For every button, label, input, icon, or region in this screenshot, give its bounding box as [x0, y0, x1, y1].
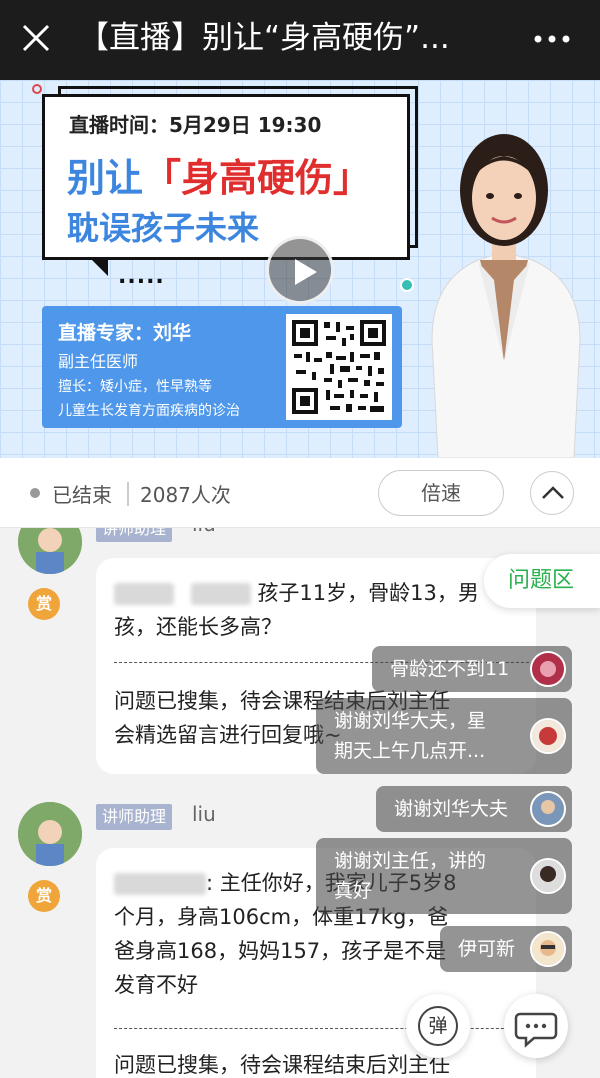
danmaku-toggle-label: 弹	[418, 1006, 458, 1046]
avatar	[530, 718, 566, 754]
expert-role: 副主任医师	[58, 352, 139, 371]
avatar	[530, 858, 566, 894]
danmaku-toggle-button[interactable]: 弹	[406, 994, 470, 1058]
role-tag: 讲师助理	[96, 528, 173, 542]
redacted-name	[190, 583, 251, 605]
author-name: liu	[192, 528, 216, 536]
headline-line2: 耽误孩子未来	[67, 209, 260, 247]
danmaku-bubble: 骨龄还不到11	[372, 646, 572, 692]
danmaku-text: 骨龄还不到11	[390, 658, 510, 680]
question-line: 爸身高168，妈妈157，孩子是不是	[114, 939, 447, 963]
page-title: 【直播】别让“身高硬伤”...	[78, 20, 450, 56]
avatar	[530, 791, 566, 827]
avatar	[530, 931, 566, 967]
answer-line: 问题已搜集，待会课程结束后刘主任	[114, 1053, 450, 1077]
question-text: 孩子11岁，骨龄13，男	[114, 576, 479, 610]
play-icon[interactable]	[266, 236, 334, 304]
collapse-button[interactable]	[530, 471, 574, 515]
viewer-count: 2087人次	[140, 483, 231, 507]
playback-speed-button[interactable]: 倍速	[378, 470, 504, 516]
close-icon[interactable]	[18, 20, 54, 56]
danmaku-text: 谢谢刘华大夫，星	[334, 710, 487, 732]
doctor-portrait	[431, 134, 581, 458]
headline-line1: 别让「身高硬伤」	[67, 147, 371, 202]
answer-line: 会精选留言进行回复哦~	[114, 723, 342, 747]
chevron-up-icon	[542, 486, 564, 499]
expert-specialty-2: 儿童生长发育方面疾病的诊治	[58, 403, 240, 419]
expert-name: 直播专家：刘华	[58, 322, 192, 344]
danmaku-text: 伊可新	[458, 938, 516, 960]
danmaku-text: 期天上午几点开...	[334, 740, 486, 762]
status-dot-icon	[30, 488, 40, 498]
live-status: 已结束	[52, 483, 112, 507]
comment-bubble-icon	[514, 1012, 558, 1048]
dashed-divider	[114, 1028, 534, 1029]
danmaku-bubble: 谢谢刘华大夫	[376, 786, 572, 832]
reward-badge[interactable]: 赏	[28, 588, 60, 620]
danmaku-text: 谢谢刘主任，讲的	[334, 850, 487, 872]
danmaku-bubble: 谢谢刘华大夫，星 期天上午几点开...	[316, 698, 572, 774]
decor-dot	[32, 84, 42, 94]
top-bar: 【直播】别让“身高硬伤”...	[0, 0, 600, 80]
question-area-tab[interactable]: 问题区	[484, 554, 600, 608]
danmaku-text: 真好	[334, 880, 373, 902]
headline-highlight: 「身高硬伤」	[143, 156, 372, 200]
avatar	[530, 651, 566, 687]
live-time: 直播时间：5月29日 19:30	[69, 113, 322, 137]
expert-specialty: 擅长：矮小症，性早熟等	[58, 379, 212, 395]
author-name: liu	[192, 802, 216, 826]
headline-prefix: 别让	[67, 156, 144, 200]
danmaku-bubble: 伊可新	[440, 926, 572, 972]
role-tag: 讲师助理	[96, 804, 173, 830]
redacted-name	[114, 583, 174, 605]
status-bar: 已结束 2087人次 倍速	[0, 458, 600, 528]
danmaku-bubble: 谢谢刘主任，讲的 真好	[316, 838, 572, 914]
reward-badge[interactable]: 赏	[28, 880, 60, 912]
more-dots-icon[interactable]	[532, 24, 572, 54]
decor-dots: .....	[118, 264, 165, 289]
redacted-name	[114, 873, 206, 895]
title-frame: 直播时间：5月29日 19:30 别让「身高硬伤」 耽误孩子未来	[42, 94, 410, 260]
comment-button[interactable]	[504, 994, 568, 1058]
danmaku-text: 谢谢刘华大夫	[394, 798, 509, 820]
frame-tail	[90, 258, 108, 276]
question-line: 孩子11岁，骨龄13，男	[257, 581, 479, 605]
avatar[interactable]	[18, 802, 82, 866]
avatar[interactable]	[18, 528, 82, 574]
question-line: 孩，还能长多高？	[114, 615, 282, 639]
qr-code	[286, 314, 392, 420]
expert-card: 直播专家：刘华 副主任医师 擅长：矮小症，性早熟等 儿童生长发育方面疾病的诊治	[42, 306, 402, 428]
question-line: 发育不好	[114, 973, 198, 997]
video-poster[interactable]: 直播时间：5月29日 19:30 别让「身高硬伤」 耽误孩子未来 ..... 直…	[0, 80, 600, 458]
divider	[127, 482, 129, 506]
